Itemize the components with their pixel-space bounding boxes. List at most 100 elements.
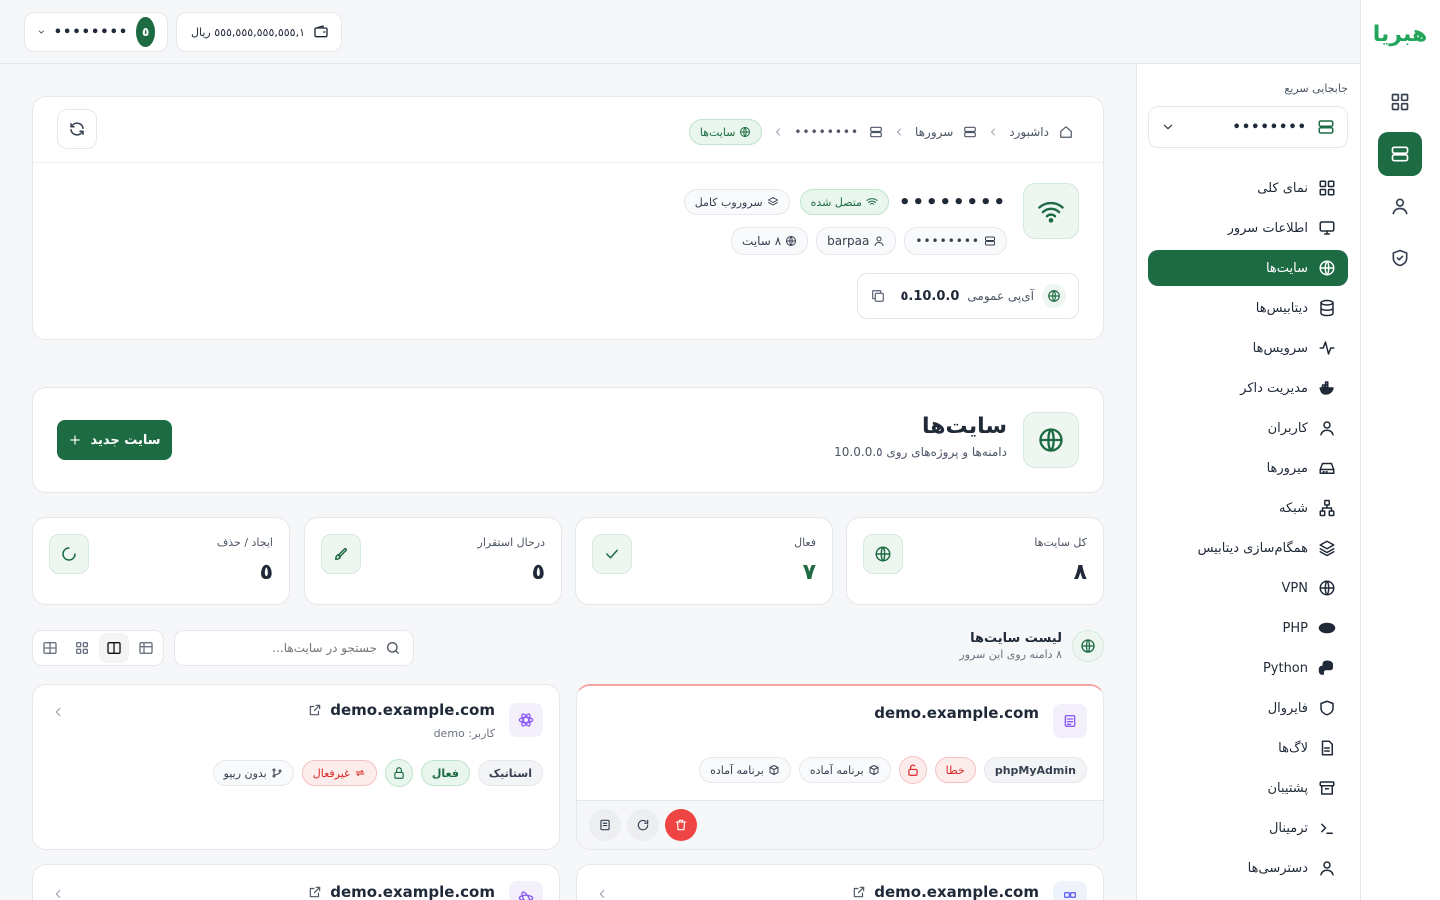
sidebar-item-server-info[interactable]: اطلاعات سرور [1148,210,1348,246]
site-card[interactable]: demo.example.com [32,864,560,900]
globe-icon [863,534,903,574]
chevron-left-icon [897,128,902,136]
rail-overview-button[interactable] [1378,80,1422,124]
quick-switch-label: جابجایی سریع [1284,82,1348,95]
list-title: لیست سایت‌ها [970,631,1062,646]
wallet-pill[interactable]: ۱,٥٥٥,٥٥٥,٥٥٥,٥٥٥ ریال [176,12,342,52]
wallet-icon [314,25,328,38]
rail-users-button[interactable] [1378,184,1422,228]
breadcrumb-current-label: سایت‌ها [699,125,736,139]
active-chip: فعال [420,760,470,786]
site-domain[interactable]: demo.example.com [874,704,1039,722]
globe-icon [1072,630,1104,662]
sidebar-item-firewall[interactable]: فایروال [1148,690,1348,726]
quick-switch-select[interactable]: •••••••• [1148,106,1348,148]
stat-label: ایجاد / حذف [216,536,273,549]
sidebar-item-network[interactable]: شبکه [1148,490,1348,526]
site-domain[interactable]: demo.example.com [874,883,1039,900]
copy-icon[interactable] [870,288,886,304]
external-link-icon[interactable] [852,885,866,899]
columns-view-button[interactable] [99,633,129,663]
app-logo: هبریا [1372,22,1428,47]
chevron-left-icon [776,128,781,136]
globe-icon [1042,284,1066,308]
logs-button[interactable] [589,809,621,841]
table-view-button[interactable] [131,633,161,663]
app-icon [1053,881,1087,900]
external-link-icon[interactable] [308,703,322,717]
db-app-icon [1053,704,1087,738]
breadcrumb-servers[interactable]: سرورها [915,125,953,139]
search-box[interactable] [174,630,414,666]
site-domain[interactable]: demo.example.com [330,883,495,900]
server-icon [985,236,995,246]
site-domain[interactable]: demo.example.com [330,701,495,719]
new-site-button[interactable]: سایت جدید [57,420,172,460]
globe-lock-icon [1319,580,1335,596]
sidebar-item-label: مدیریت داکر [1240,380,1308,396]
stat-value: ٥ [531,560,545,585]
sidebar-item-db-sync[interactable]: همگام‌سازی دیتابیس [1148,530,1348,566]
repo-label: بدون ریپو [223,766,267,780]
breadcrumb-current: سایت‌ها [688,119,763,145]
user-icon [1320,421,1334,436]
user-menu[interactable]: ٥ •••••••• [24,12,168,52]
chevron-left-icon[interactable] [51,705,65,719]
sidebar-item-sites[interactable]: سایت‌ها [1148,250,1348,286]
restart-button[interactable] [627,809,659,841]
sidebar-item-docker[interactable]: مدیریت داکر [1148,370,1348,406]
sidebar-item-label: Python [1262,660,1308,676]
table-icon [139,642,153,654]
stat-label: کل سایت‌ها [1034,536,1087,549]
top-bar: ۱,٥٥٥,٥٥٥,٥٥٥,٥٥٥ ریال ٥ •••••••• [0,0,1360,64]
sidebar-item-php[interactable]: PHP [1148,610,1348,646]
site-card[interactable]: demo.example.com کاربر: demo استاتیک فعا… [32,684,560,850]
network-icon [1319,499,1335,517]
rail-servers-button[interactable] [1378,132,1422,176]
sidebar-item-vpn[interactable]: VPN [1148,570,1348,606]
rail-security-button[interactable] [1378,236,1422,280]
user-icon [874,236,884,246]
server-type-badge: سروروب کامل [683,189,790,215]
sidebar-item-mirrors[interactable]: میرورها [1148,450,1348,486]
user-icon [1392,198,1408,215]
chevron-left-icon[interactable] [51,887,65,900]
sidebar-item-label: شبکه [1279,500,1308,516]
home-icon [1060,126,1072,138]
globe-icon-box [1023,412,1079,468]
sidebar-item-databases[interactable]: دیتابیس‌ها [1148,290,1348,326]
breadcrumb: داشبورد سرورها •••••••• سایت‌ها [688,119,1073,145]
sidebar-item-label: لاگ‌ها [1278,740,1308,756]
sidebar-item-python[interactable]: Python [1148,650,1348,686]
sidebar-item-services[interactable]: سرویس‌ها [1148,330,1348,366]
sidebar-item-terminal[interactable]: ترمینال [1148,810,1348,846]
search-input[interactable] [187,641,377,655]
stat-label: درحال استقرار [477,536,545,549]
wifi-icon [866,198,878,205]
repeat-icon [355,770,365,776]
archive-icon [1319,781,1335,795]
list-view-button[interactable] [35,633,65,663]
delete-button[interactable] [665,809,697,841]
breadcrumb-dashboard[interactable]: داشبورد [1009,125,1049,139]
site-card[interactable]: demo.example.com phpMyAdmin خطا برنامه آ… [576,684,1104,850]
breadcrumb-server[interactable]: •••••••• [794,125,859,139]
sidebar-item-access[interactable]: دسترسی‌ها [1148,850,1348,886]
sidebar-item-label: دسترسی‌ها [1247,860,1308,876]
sidebar-item-backup[interactable]: پشتیبان [1148,770,1348,806]
ready-chip: برنامه آماده [798,757,891,783]
globe-icon [1319,260,1335,276]
type-chip: استاتیک [477,760,543,786]
sidebar-item-users[interactable]: کاربران [1148,410,1348,446]
avatar: ٥ [136,17,155,47]
refresh-button[interactable] [57,109,97,149]
site-card[interactable]: demo.example.com [576,864,1104,900]
external-link-icon[interactable] [308,885,322,899]
grid-view-button[interactable] [67,633,97,663]
sidebar-item-overview[interactable]: نمای کلی [1148,170,1348,206]
server-type-label: سروروب کامل [694,195,763,209]
sidebar-item-label: همگام‌سازی دیتابیس [1197,540,1308,556]
status-label: متصل شده [810,195,862,209]
chevron-left-icon[interactable] [595,887,609,900]
sidebar-item-logs[interactable]: لاگ‌ها [1148,730,1348,766]
